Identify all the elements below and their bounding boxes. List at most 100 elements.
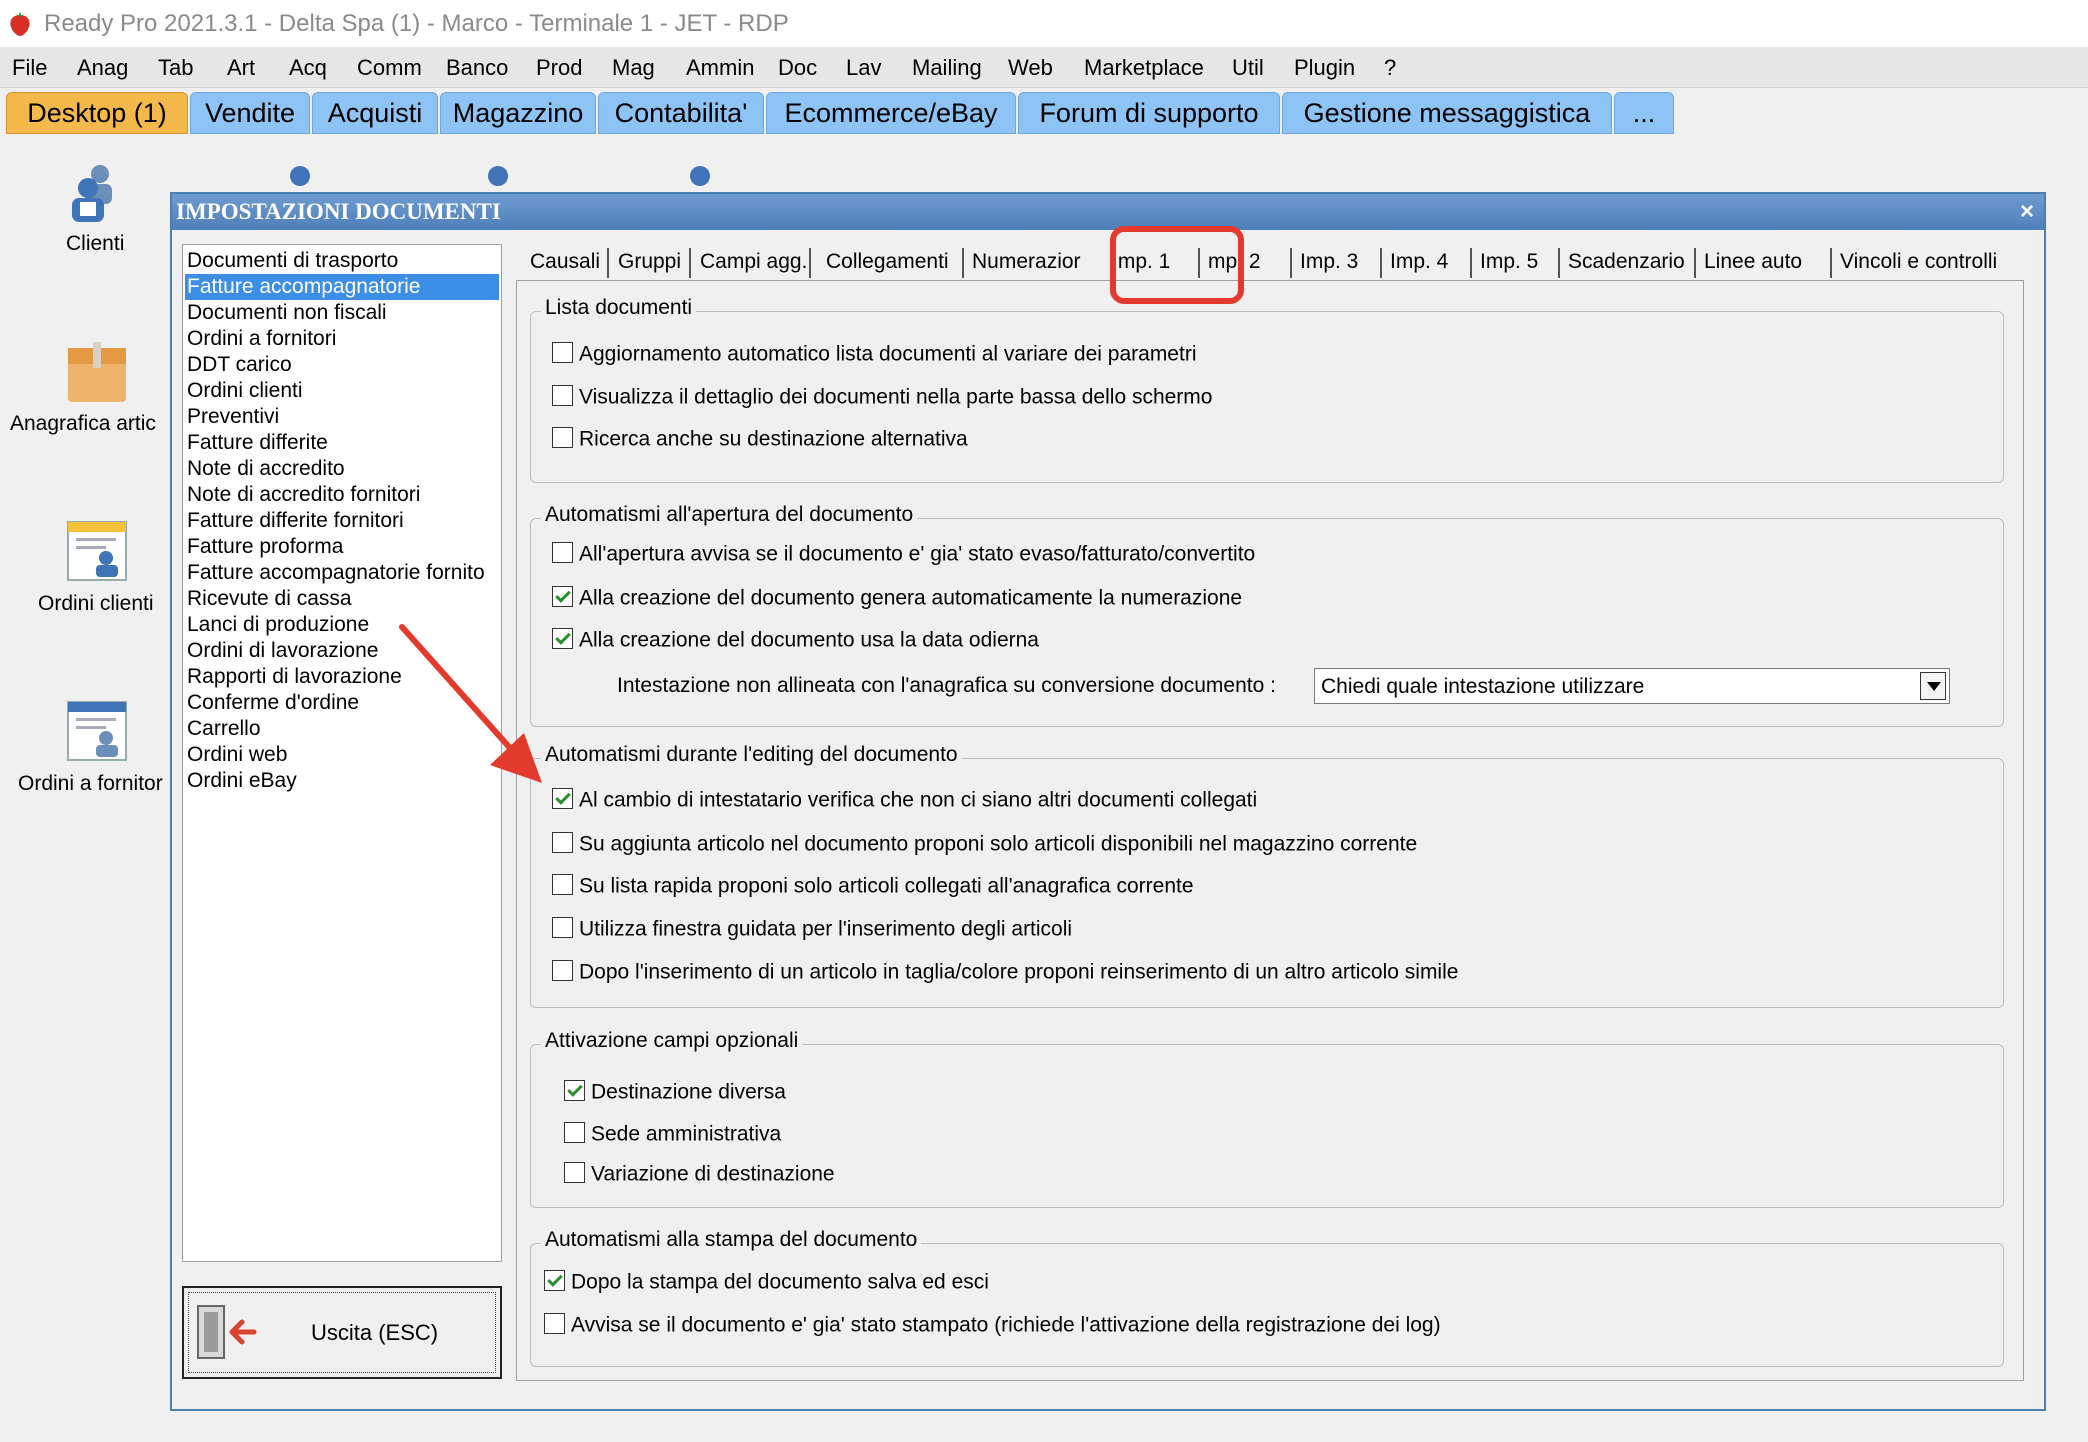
tab-desktop[interactable]: Desktop (1)	[6, 92, 188, 134]
menu-lav[interactable]: Lav	[846, 55, 881, 81]
option-avvisa-evaso[interactable]: All'apertura avvisa se il documento e' g…	[552, 541, 1255, 566]
ordini-fornitori-icon[interactable]	[66, 700, 128, 762]
option-genera-numerazione[interactable]: Alla creazione del documento genera auto…	[552, 585, 1242, 610]
exit-button[interactable]: Uscita (ESC)	[182, 1286, 502, 1379]
list-item[interactable]: Fatture accompagnatorie fornito	[185, 560, 485, 586]
option-finestra-guidata[interactable]: Utilizza finestra guidata per l'inserime…	[552, 916, 1072, 941]
list-item[interactable]: Note di accredito fornitori	[185, 482, 420, 508]
menu-art[interactable]: Art	[227, 55, 255, 81]
menu-banco[interactable]: Banco	[446, 55, 508, 81]
menu-tab[interactable]: Tab	[158, 55, 193, 81]
list-item[interactable]: Fatture proforma	[185, 534, 343, 560]
option-ricerca-destinazione[interactable]: Ricerca anche su destinazione alternativ…	[552, 426, 968, 451]
tab-collegamenti[interactable]: Collegamenti	[826, 250, 949, 274]
list-item[interactable]: Ricevute di cassa	[185, 586, 352, 612]
option-cambio-intestatario[interactable]: Al cambio di intestatario verifica che n…	[552, 787, 1257, 812]
checkbox[interactable]	[552, 873, 573, 895]
tab-more[interactable]: ...	[1614, 92, 1674, 134]
list-item[interactable]: Lanci di produzione	[185, 612, 369, 638]
tab-ecommerce[interactable]: Ecommerce/eBay	[766, 92, 1016, 134]
dropdown-arrow-icon[interactable]	[1920, 672, 1946, 700]
option-sede-amministrativa[interactable]: Sede amministrativa	[564, 1121, 781, 1146]
checkbox[interactable]	[552, 916, 573, 938]
list-item[interactable]: Rapporti di lavorazione	[185, 664, 402, 690]
menu-web[interactable]: Web	[1008, 55, 1053, 81]
tab-acquisti[interactable]: Acquisti	[312, 92, 438, 134]
option-variazione-destinazione[interactable]: Variazione di destinazione	[564, 1161, 835, 1186]
option-aggiornamento-automatico[interactable]: Aggiornamento automatico lista documenti…	[552, 341, 1196, 366]
close-icon[interactable]: ×	[2020, 198, 2034, 226]
list-item[interactable]: Ordini web	[185, 742, 287, 768]
intestazione-select[interactable]: Chiedi quale intestazione utilizzare	[1314, 668, 1950, 704]
checkbox[interactable]	[544, 1312, 565, 1334]
clienti-icon[interactable]	[66, 162, 126, 224]
option-destinazione-diversa[interactable]: Destinazione diversa	[564, 1079, 786, 1104]
menu-mag[interactable]: Mag	[612, 55, 655, 81]
tab-messaggistica[interactable]: Gestione messaggistica	[1282, 92, 1612, 134]
list-item[interactable]: Documenti di trasporto	[185, 248, 398, 274]
tab-vincoli[interactable]: Vincoli e controlli	[1840, 250, 1997, 274]
list-item[interactable]: Fatture differite fornitori	[185, 508, 404, 534]
menu-help[interactable]: ?	[1384, 55, 1396, 81]
list-item[interactable]: Ordini eBay	[185, 768, 297, 794]
checkbox[interactable]	[564, 1121, 585, 1143]
checkbox-checked[interactable]	[552, 627, 573, 649]
tab-campi-agg[interactable]: Campi agg.	[700, 250, 807, 274]
list-item[interactable]: Ordini di lavorazione	[185, 638, 378, 664]
menu-prod[interactable]: Prod	[536, 55, 582, 81]
tab-imp-4[interactable]: Imp. 4	[1390, 250, 1448, 274]
option-avvisa-stampato[interactable]: Avvisa se il documento e' gia' stato sta…	[544, 1312, 1441, 1337]
checkbox-checked[interactable]	[552, 585, 573, 607]
tab-imp-3[interactable]: Imp. 3	[1300, 250, 1358, 274]
menu-util[interactable]: Util	[1232, 55, 1264, 81]
menu-doc[interactable]: Doc	[778, 55, 817, 81]
menu-comm[interactable]: Comm	[357, 55, 422, 81]
menu-file[interactable]: File	[12, 55, 47, 81]
tab-contabilita[interactable]: Contabilita'	[598, 92, 764, 134]
checkbox[interactable]	[552, 959, 573, 981]
checkbox[interactable]	[564, 1161, 585, 1183]
tab-imp-5[interactable]: Imp. 5	[1480, 250, 1538, 274]
list-item[interactable]: Documenti non fiscali	[185, 300, 387, 326]
checkbox-checked[interactable]	[564, 1079, 585, 1101]
checkbox[interactable]	[552, 341, 573, 363]
option-taglia-colore[interactable]: Dopo l'inserimento di un articolo in tag…	[552, 959, 1458, 984]
checkbox-checked[interactable]	[544, 1269, 565, 1291]
tab-separator	[962, 248, 964, 278]
checkbox[interactable]	[552, 541, 573, 563]
checkbox[interactable]	[552, 426, 573, 448]
tab-numerazione[interactable]: Numerazior	[972, 250, 1081, 274]
list-item[interactable]: Ordini clienti	[185, 378, 303, 404]
menu-mailing[interactable]: Mailing	[912, 55, 982, 81]
list-item[interactable]: Note di accredito	[185, 456, 345, 482]
checkbox[interactable]	[552, 831, 573, 853]
tab-forum[interactable]: Forum di supporto	[1018, 92, 1280, 134]
menu-acq[interactable]: Acq	[289, 55, 327, 81]
list-item-selected[interactable]: Fatture accompagnatorie	[185, 274, 499, 300]
option-data-odierna[interactable]: Alla creazione del documento usa la data…	[552, 627, 1039, 652]
tab-vendite[interactable]: Vendite	[190, 92, 310, 134]
list-item[interactable]: Carrello	[185, 716, 261, 742]
option-salva-esci[interactable]: Dopo la stampa del documento salva ed es…	[544, 1269, 989, 1294]
option-visualizza-dettaglio[interactable]: Visualizza il dettaglio dei documenti ne…	[552, 384, 1212, 409]
list-item[interactable]: DDT carico	[185, 352, 292, 378]
menu-ammin[interactable]: Ammin	[686, 55, 754, 81]
ordini-clienti-icon[interactable]	[66, 520, 128, 582]
checkbox-checked[interactable]	[552, 787, 573, 809]
tab-magazzino[interactable]: Magazzino	[440, 92, 596, 134]
list-item[interactable]: Ordini a fornitori	[185, 326, 336, 352]
tab-linee-auto[interactable]: Linee auto	[1704, 250, 1802, 274]
option-lista-rapida[interactable]: Su lista rapida proponi solo articoli co…	[552, 873, 1194, 898]
list-item[interactable]: Preventivi	[185, 404, 279, 430]
checkbox[interactable]	[552, 384, 573, 406]
tab-scadenzario[interactable]: Scadenzario	[1568, 250, 1685, 274]
option-articoli-disponibili[interactable]: Su aggiunta articolo nel documento propo…	[552, 831, 1417, 856]
tab-causali[interactable]: Causali	[530, 250, 600, 274]
menu-plugin[interactable]: Plugin	[1294, 55, 1355, 81]
menu-anag[interactable]: Anag	[77, 55, 128, 81]
tab-gruppi[interactable]: Gruppi	[618, 250, 681, 274]
menu-marketplace[interactable]: Marketplace	[1084, 55, 1204, 81]
list-item[interactable]: Fatture differite	[185, 430, 328, 456]
box-icon[interactable]	[66, 340, 128, 404]
list-item[interactable]: Conferme d'ordine	[185, 690, 359, 716]
